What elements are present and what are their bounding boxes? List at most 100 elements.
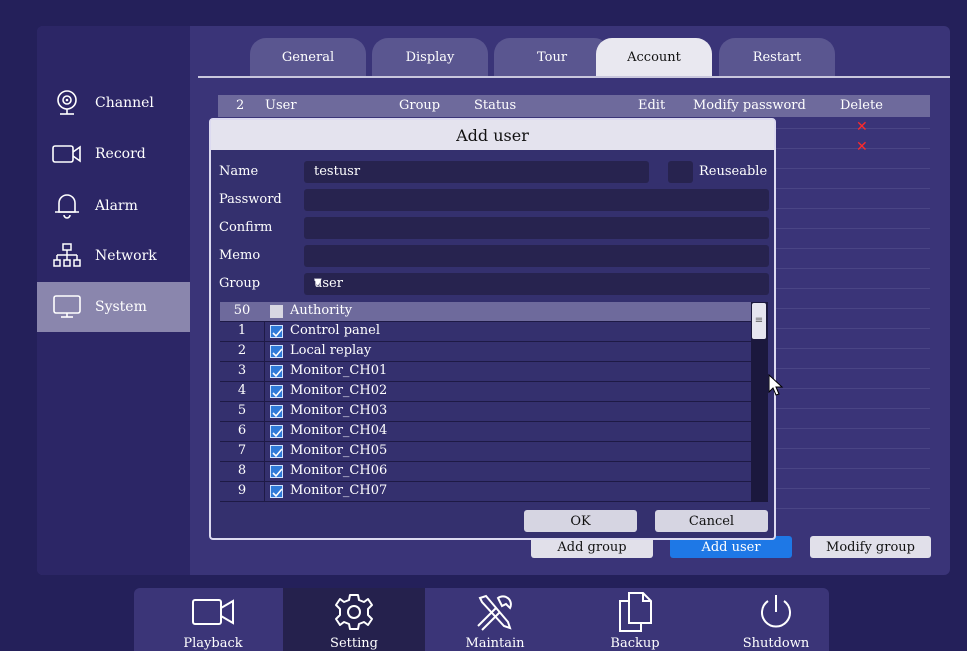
authority-row[interactable]: 6 Monitor_CH04	[220, 422, 751, 442]
authority-checkbox[interactable]	[270, 385, 283, 398]
authority-label: Monitor_CH05	[290, 443, 388, 458]
reuseable-checkbox[interactable]	[668, 161, 693, 183]
name-label: Name	[219, 164, 259, 179]
authority-row[interactable]: 9 Monitor_CH07	[220, 482, 751, 502]
authority-row[interactable]: 8 Monitor_CH06	[220, 462, 751, 482]
delete-icon[interactable]: ✕	[856, 119, 868, 135]
sidebar-item-label: Record	[95, 146, 146, 162]
sidebar-item-label: System	[95, 299, 147, 315]
check-icon	[272, 428, 283, 438]
tools-icon	[472, 592, 518, 632]
memo-field[interactable]	[304, 245, 769, 267]
sidebar-item-alarm[interactable]: Alarm	[37, 181, 190, 231]
authority-label: Local replay	[290, 343, 372, 358]
divider	[264, 382, 265, 401]
gear-icon	[332, 592, 376, 632]
divider	[264, 342, 265, 361]
taskbar-label: Playback	[183, 636, 243, 651]
taskbar-playback[interactable]: Playback	[142, 588, 284, 651]
authority-checkbox[interactable]	[270, 345, 283, 358]
check-icon	[272, 468, 283, 478]
authority-checkbox[interactable]	[270, 365, 283, 378]
divider	[264, 402, 265, 421]
authority-label: Control panel	[290, 323, 380, 338]
mouse-cursor-icon	[768, 374, 784, 396]
authority-number: 3	[237, 363, 247, 378]
group-select[interactable]: user ▼	[304, 273, 769, 295]
tab-tour[interactable]: Tour	[494, 38, 610, 76]
divider	[264, 362, 265, 381]
user-count: 2	[236, 98, 245, 113]
user-table-header: 2 User Group Status Edit Modify password…	[218, 95, 930, 117]
authority-row[interactable]: 7 Monitor_CH05	[220, 442, 751, 462]
authority-checkbox[interactable]	[270, 465, 283, 478]
authority-row[interactable]: 2 Local replay	[220, 342, 751, 362]
cancel-button[interactable]: Cancel	[655, 510, 768, 532]
divider	[264, 422, 265, 441]
check-icon	[272, 448, 283, 458]
network-icon	[52, 243, 82, 269]
authority-number: 4	[237, 383, 247, 398]
tab-general[interactable]: General	[250, 38, 366, 76]
authority-header-row: 50 Authority	[220, 302, 751, 322]
authority-label: Monitor_CH03	[290, 403, 388, 418]
tab-account[interactable]: Account	[596, 38, 712, 76]
memo-label: Memo	[219, 248, 261, 263]
authority-row[interactable]: 4 Monitor_CH02	[220, 382, 751, 402]
taskbar-label: Maintain	[465, 636, 525, 651]
authority-row[interactable]: 3 Monitor_CH01	[220, 362, 751, 382]
bell-icon	[52, 193, 82, 219]
name-value: testusr	[314, 164, 361, 179]
authority-number: 2	[237, 343, 247, 358]
password-field[interactable]	[304, 189, 769, 211]
ok-button[interactable]: OK	[524, 510, 637, 532]
authority-number: 8	[237, 463, 247, 478]
taskbar-backup[interactable]: Backup	[564, 588, 706, 651]
tab-restart[interactable]: Restart	[719, 38, 835, 76]
column-group: Group	[399, 98, 441, 113]
check-icon	[272, 488, 283, 498]
copy-icon	[615, 592, 655, 632]
authority-row[interactable]: 5 Monitor_CH03	[220, 402, 751, 422]
playback-camera-icon	[189, 592, 237, 632]
taskbar-setting[interactable]: Setting	[283, 588, 425, 651]
authority-label: Monitor_CH02	[290, 383, 388, 398]
taskbar-shutdown[interactable]: Shutdown	[705, 588, 847, 651]
authority-checkbox[interactable]	[270, 405, 283, 418]
sidebar-item-label: Alarm	[95, 198, 138, 214]
authority-label: Monitor_CH01	[290, 363, 388, 378]
divider	[264, 442, 265, 461]
scrollbar-thumb[interactable]: ≡	[752, 303, 766, 339]
authority-label: Monitor_CH04	[290, 423, 388, 438]
delete-icon[interactable]: ✕	[856, 139, 868, 155]
modify-group-button[interactable]: Modify group	[810, 536, 931, 558]
authority-number: 7	[237, 443, 247, 458]
sidebar-item-system[interactable]: System	[37, 282, 190, 332]
column-delete: Delete	[840, 98, 883, 113]
reuseable-label: Reuseable	[699, 164, 768, 179]
authority-number: 6	[237, 423, 247, 438]
sidebar-item-record[interactable]: Record	[37, 129, 190, 179]
name-field[interactable]: testusr	[304, 161, 649, 183]
chevron-down-icon: ▼	[314, 277, 322, 288]
authority-count: 50	[233, 303, 251, 318]
taskbar-maintain[interactable]: Maintain	[424, 588, 566, 651]
authority-checkbox[interactable]	[270, 485, 283, 498]
select-all-checkbox[interactable]	[270, 305, 283, 318]
authority-label: Monitor_CH07	[290, 483, 388, 498]
sidebar-item-channel[interactable]: Channel	[37, 78, 190, 128]
authority-row[interactable]: 1 Control panel	[220, 322, 751, 342]
confirm-field[interactable]	[304, 217, 769, 239]
scrollbar[interactable]: ≡	[751, 302, 768, 502]
password-label: Password	[219, 192, 282, 207]
sidebar-item-network[interactable]: Network	[37, 231, 190, 281]
authority-list: 50 Authority 1 Control panel 2 Local replay…	[220, 302, 751, 502]
sidebar-item-label: Network	[95, 248, 157, 264]
check-icon	[272, 408, 283, 418]
authority-checkbox[interactable]	[270, 445, 283, 458]
dialog-title: Add user	[211, 120, 774, 150]
authority-checkbox[interactable]	[270, 425, 283, 438]
authority-checkbox[interactable]	[270, 325, 283, 338]
tab-display[interactable]: Display	[372, 38, 488, 76]
sidebar: Channel Record Alarm Network System	[37, 26, 190, 575]
